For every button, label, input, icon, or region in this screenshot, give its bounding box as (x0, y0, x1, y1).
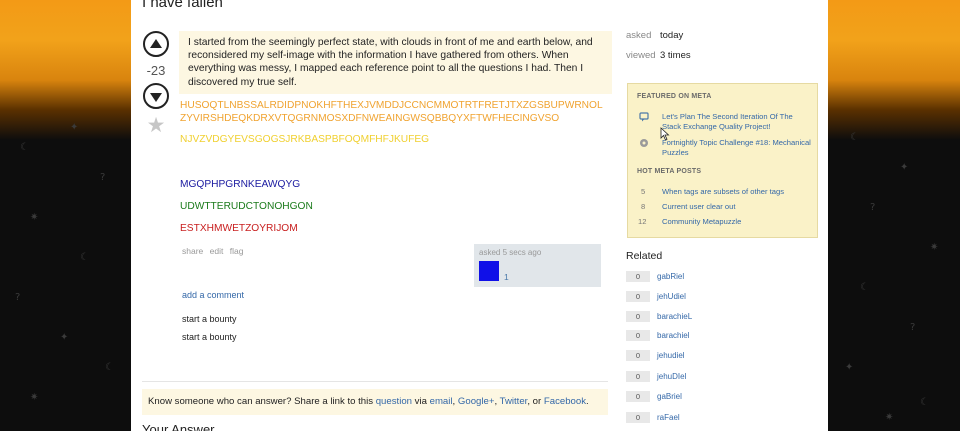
vote-cell: -23 ★ (143, 31, 169, 138)
question-body: I started from the seemingly perfect sta… (179, 31, 612, 94)
share-or: , or (527, 396, 544, 407)
spam-line-orange: HUSOQTLNBSSALRDIDPNOKHFTHEXJVMDDJCCNCMMO… (180, 100, 603, 124)
svg-text:✷: ✷ (930, 242, 938, 253)
svg-text:✷: ✷ (30, 212, 38, 223)
your-answer-heading: Your Answer (142, 422, 215, 431)
question-title[interactable]: I have fallen (142, 0, 223, 11)
featured-item[interactable]: Fortnightly Topic Challenge #18: Mechani… (662, 138, 812, 158)
spam-line-blue: MGQPHPGRNKEAWQYG (180, 179, 301, 190)
svg-text:☾: ☾ (105, 362, 114, 373)
email-link[interactable]: email (430, 396, 453, 407)
related-link[interactable]: raFael (657, 412, 680, 423)
viewed-value: 3 times (660, 50, 691, 61)
related-score: 0 (626, 412, 650, 423)
share-prefix: Know someone who can answer? Share a lin… (148, 396, 376, 407)
asked-value: today (660, 30, 684, 41)
svg-text:☾: ☾ (920, 397, 929, 408)
related-link[interactable]: barachiel (657, 330, 689, 341)
svg-text:☾: ☾ (80, 252, 89, 263)
spam-line-green: UDWTTERUDCTONOHGON (180, 201, 313, 212)
related-score: 0 (626, 371, 650, 382)
related-score: 0 (626, 391, 650, 402)
twitter-link[interactable]: Twitter (500, 396, 528, 407)
downvote-button[interactable] (143, 83, 169, 109)
asked-time: asked 5 secs ago (479, 248, 542, 257)
avatar[interactable] (479, 261, 499, 281)
chat-bubble-icon (639, 112, 649, 122)
favorite-star-icon[interactable]: ★ (143, 113, 169, 138)
svg-text:✦: ✦ (60, 332, 68, 343)
hot-meta-header: HOT META POSTS (637, 168, 702, 175)
related-score: 0 (626, 311, 650, 322)
spam-line-red: ESTXHMWETZOYRIJOM (180, 223, 298, 234)
svg-text:?: ? (100, 172, 105, 183)
add-comment-link[interactable]: add a comment (182, 290, 244, 300)
related-link[interactable]: jehudiel (657, 350, 685, 361)
svg-text:?: ? (15, 292, 20, 303)
google-plus-link[interactable]: Google+ (458, 396, 495, 407)
post-menu: share edit flag (182, 246, 247, 256)
divider (142, 381, 608, 382)
asked-label: asked (626, 30, 652, 41)
flag-link[interactable]: flag (230, 246, 244, 256)
related-score: 0 (626, 271, 650, 282)
svg-text:✦: ✦ (70, 122, 78, 133)
related-link[interactable]: gaBriel (657, 391, 682, 402)
hot-post-link[interactable]: Community Metapuzzle (662, 217, 812, 227)
featured-on-meta-box: FEATURED ON META Let's Plan The Second I… (627, 83, 818, 238)
svg-text:?: ? (910, 322, 915, 333)
related-score: 0 (626, 350, 650, 361)
related-link[interactable]: jehuDIel (657, 371, 686, 382)
share-via: via (412, 396, 430, 407)
svg-text:✷: ✷ (885, 412, 893, 423)
svg-text:☾: ☾ (850, 132, 859, 143)
hot-post-link[interactable]: When tags are subsets of other tags (662, 187, 812, 197)
puzzle-icon (640, 139, 648, 147)
question-page: I have fallen -23 ★ I started from the s… (131, 0, 828, 431)
hot-post-count: 5 (641, 187, 646, 196)
question-link[interactable]: question (376, 396, 412, 407)
svg-text:☾: ☾ (860, 282, 869, 293)
related-link[interactable]: gabRiel (657, 271, 684, 282)
share-end: . (586, 396, 589, 407)
spam-line-yellow: NJVZVDGYEVSGOGSJRKBASPBFOQMFHFJKUFEG (180, 134, 430, 145)
svg-text:✦: ✦ (900, 162, 908, 173)
hot-post-count: 12 (638, 217, 647, 226)
svg-text:☾: ☾ (20, 142, 29, 153)
related-score: 0 (626, 291, 650, 302)
upvote-button[interactable] (143, 31, 169, 57)
user-reputation: 1 (504, 272, 509, 282)
facebook-link[interactable]: Facebook (544, 396, 586, 407)
featured-header: FEATURED ON META (637, 93, 712, 100)
svg-text:✦: ✦ (845, 362, 853, 373)
down-arrow-icon (150, 92, 162, 102)
up-arrow-icon (150, 38, 162, 48)
user-card: asked 5 secs ago 1 (474, 244, 601, 287)
start-bounty-link[interactable]: start a bounty (182, 314, 237, 324)
hot-post-link[interactable]: Current user clear out (662, 202, 812, 212)
share-link[interactable]: share (182, 246, 203, 256)
svg-text:✷: ✷ (30, 392, 38, 403)
svg-text:?: ? (870, 202, 875, 213)
related-heading: Related (626, 250, 663, 262)
edit-link[interactable]: edit (210, 246, 224, 256)
share-prompt: Know someone who can answer? Share a lin… (142, 389, 608, 415)
related-link[interactable]: jehUdiel (657, 291, 686, 302)
featured-item[interactable]: Let's Plan The Second Iteration Of The S… (662, 112, 812, 132)
start-bounty-link[interactable]: start a bounty (182, 332, 237, 342)
related-link[interactable]: barachieL (657, 311, 692, 322)
related-score: 0 (626, 330, 650, 341)
hot-post-count: 8 (641, 202, 646, 211)
viewed-label: viewed (626, 50, 656, 61)
vote-count: -23 (146, 63, 166, 78)
mouse-cursor-icon (660, 127, 670, 141)
